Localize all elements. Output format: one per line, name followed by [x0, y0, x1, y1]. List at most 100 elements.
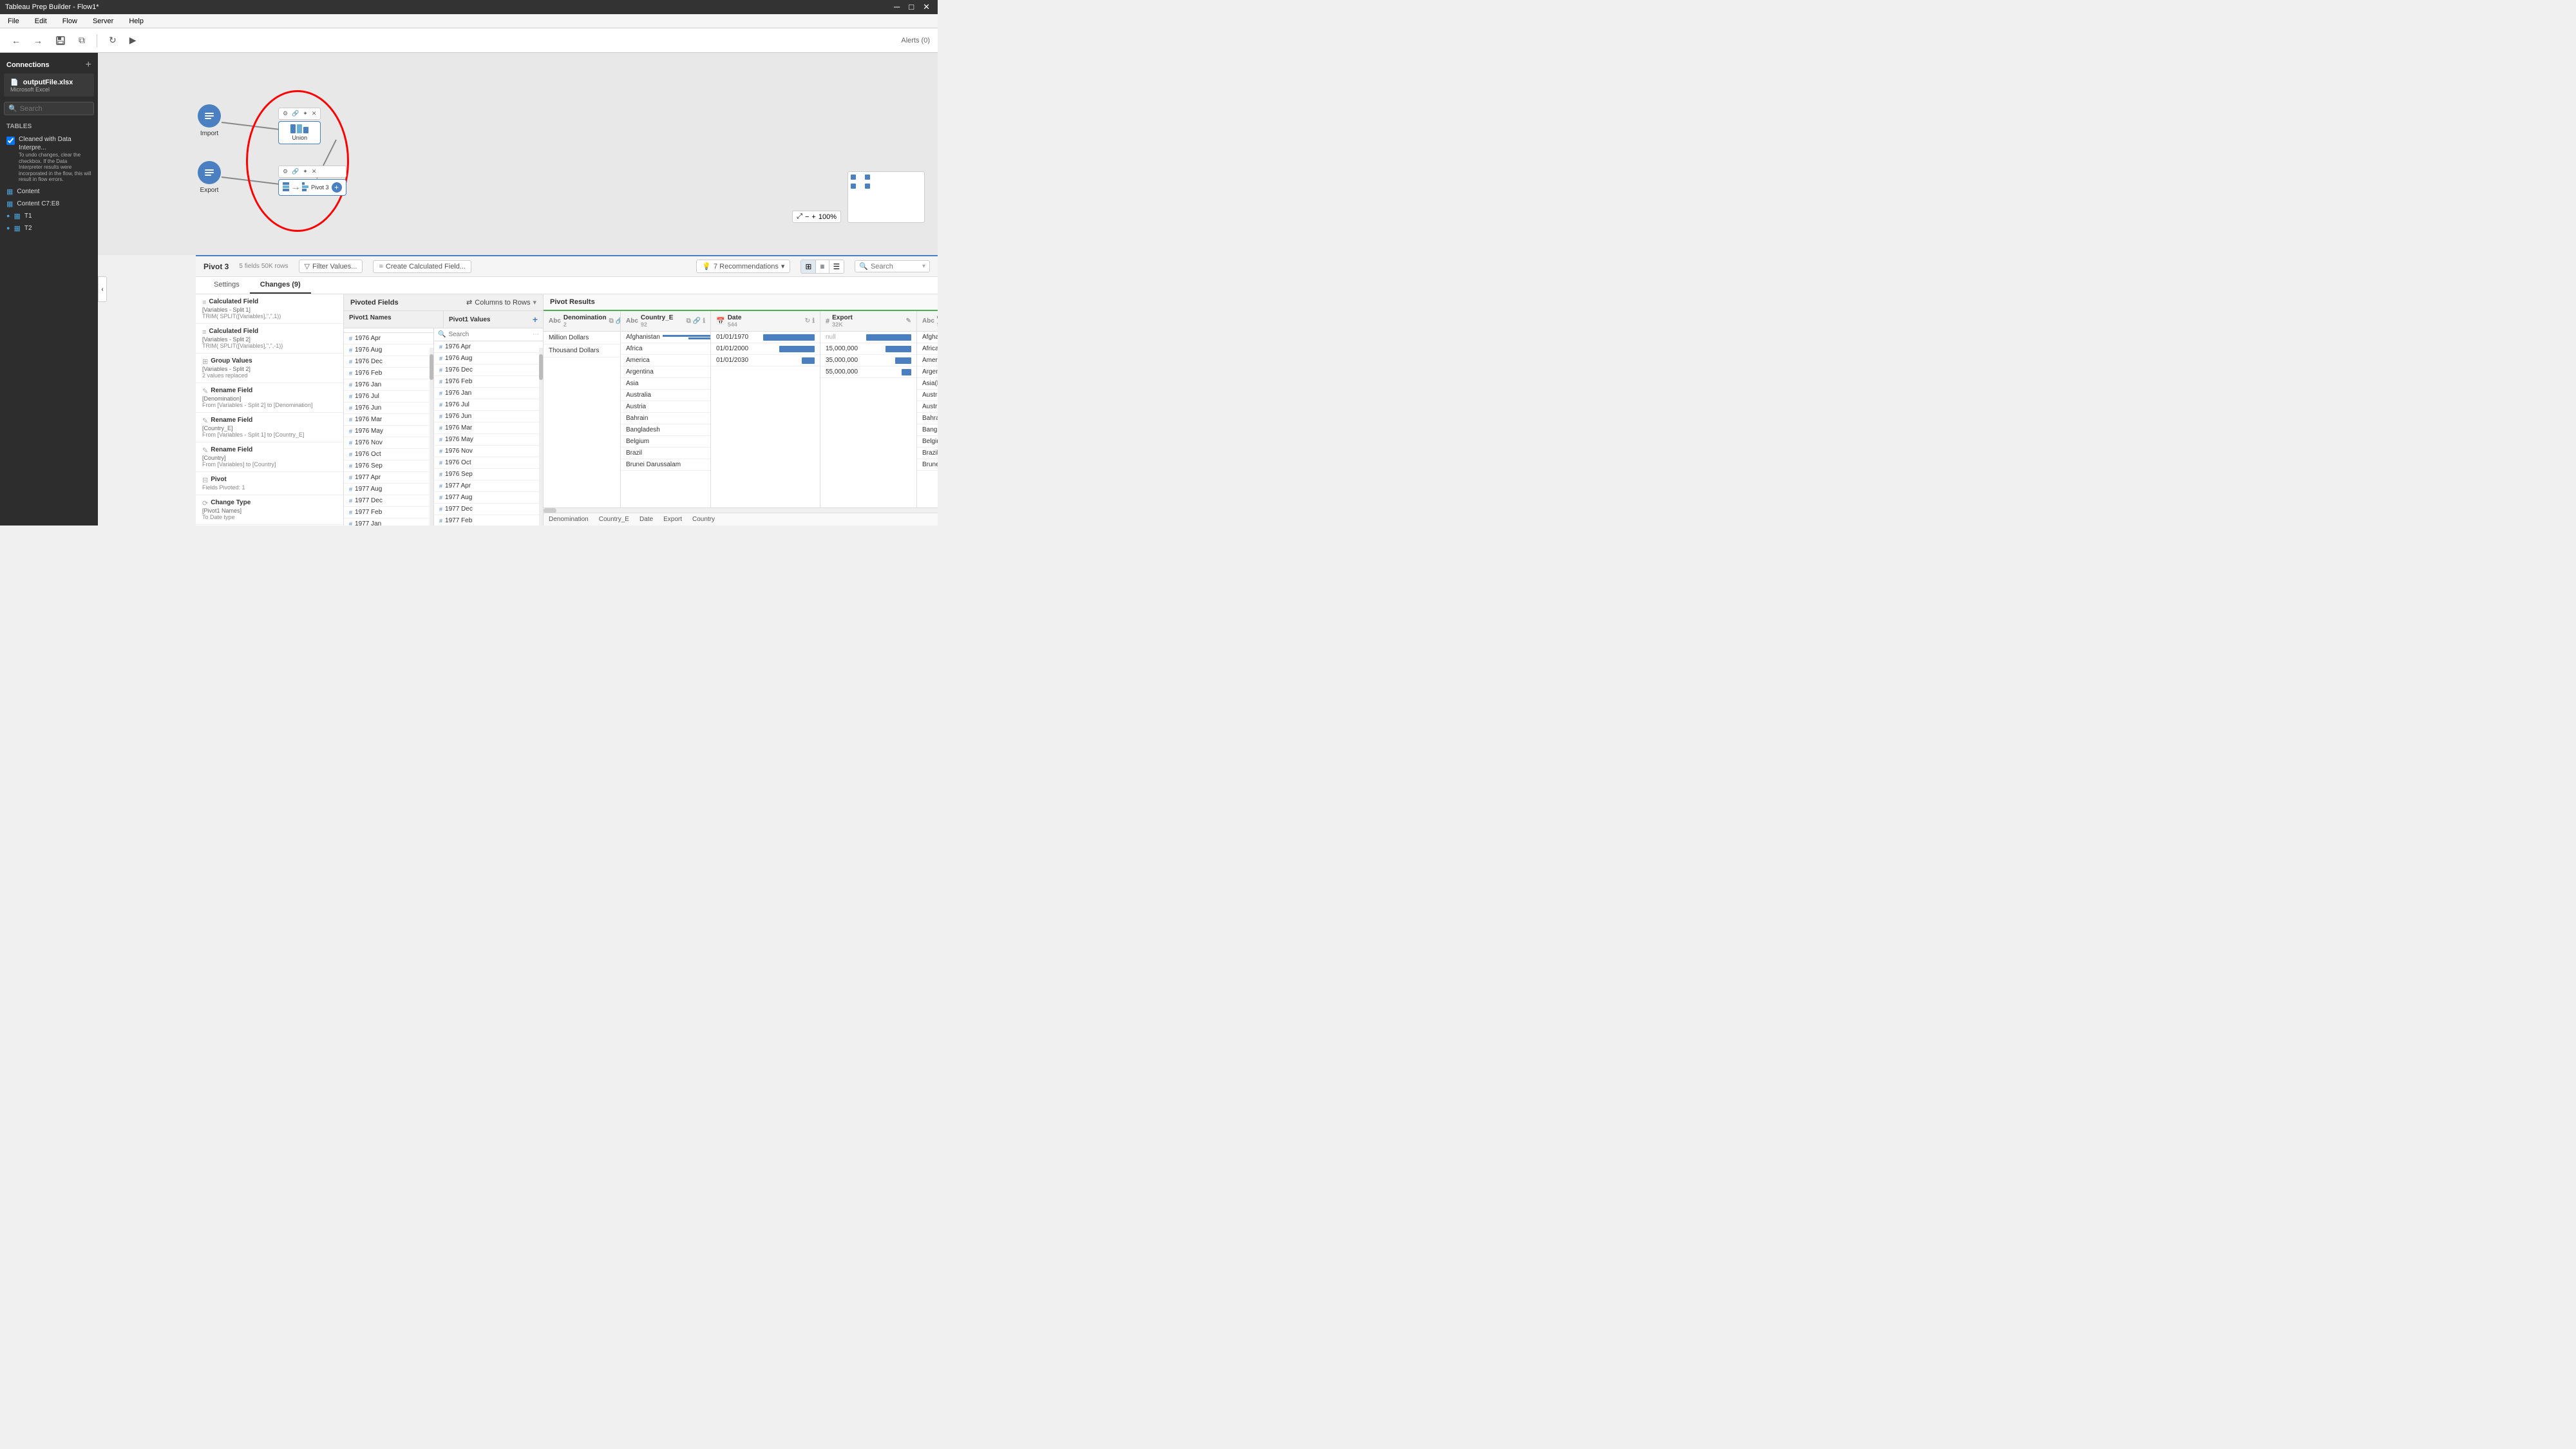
pivot-values-search[interactable]: 🔍 ⋯ [434, 328, 543, 341]
tab-settings[interactable]: Settings [204, 277, 250, 294]
filter-values-btn[interactable]: ▽ Filter Values... [299, 260, 363, 273]
pivot-name-3[interactable]: #1976 Feb [344, 368, 433, 379]
pivot-val-2[interactable]: #1976 Dec [434, 365, 543, 376]
union-tb-btn3[interactable]: ✦ [301, 109, 309, 118]
link-icon[interactable]: 🔗 [616, 317, 621, 325]
union-node[interactable]: Union [278, 121, 321, 144]
duplicate-btn[interactable]: ⧉ [75, 32, 89, 48]
pivot-name-11[interactable]: #1976 Sep [344, 460, 433, 472]
table-item-content-c7[interactable]: ▦ Content C7:E8 [0, 198, 98, 210]
panel-search[interactable]: 🔍 ▾ [855, 260, 930, 272]
pivot-val-1[interactable]: #1976 Aug [434, 353, 543, 365]
menu-flow[interactable]: Flow [60, 16, 80, 26]
date-info-icon[interactable]: ℹ [812, 317, 815, 325]
copy-icon[interactable]: ⧉ [609, 317, 614, 325]
export-edit-icon[interactable]: ✎ [906, 317, 911, 325]
pivot-name-6[interactable]: #1976 Jun [344, 402, 433, 414]
ce-link-icon[interactable]: 🔗 [693, 317, 701, 325]
pivot3-tb-btn2[interactable]: 🔗 [290, 167, 300, 176]
pivot3-tb-btn1[interactable]: ⚙ [281, 167, 289, 176]
canvas-area[interactable]: Import Export ⚙ 🔗 ✦ ✕ [98, 53, 938, 255]
pivot-val-5[interactable]: #1976 Jul [434, 399, 543, 411]
ce-copy-icon[interactable]: ⧉ [687, 317, 691, 325]
pivot-val-15[interactable]: #1977 Feb [434, 515, 543, 526]
union-tb-btn4[interactable]: ✕ [310, 109, 318, 118]
union-tb-btn1[interactable]: ⚙ [281, 109, 289, 118]
panel-search-arrow[interactable]: ▾ [922, 263, 925, 270]
values-scrollbar[interactable] [539, 348, 543, 526]
columns-to-rows-btn[interactable]: ⇄ Columns to Rows ▾ [466, 298, 536, 307]
zoom-plus-btn[interactable]: + [811, 213, 815, 221]
import-node[interactable]: Import [198, 104, 221, 137]
results-scrollbar[interactable] [544, 507, 938, 513]
export-node[interactable]: Export [198, 161, 221, 194]
change-item-6[interactable]: ⊟ Pivot Fields Pivoted: 1 [196, 472, 343, 495]
zoom-minus-btn[interactable]: − [805, 213, 809, 221]
view-btn-grid[interactable]: ⊞ [801, 260, 816, 273]
forward-btn[interactable]: → [30, 33, 46, 48]
pivot3-node[interactable]: → Pivot 3 + [278, 179, 346, 196]
change-item-3[interactable]: ✎ Rename Field [Denomination] From [Vari… [196, 383, 343, 413]
pivot-val-6[interactable]: #1976 Jun [434, 411, 543, 422]
pivot-name-1[interactable]: #1976 Aug [344, 345, 433, 356]
change-item-1[interactable]: ≡ Calculated Field [Variables - Split 2]… [196, 324, 343, 354]
table-item-t1[interactable]: ● ▦ T1 [0, 210, 98, 222]
recommendations-btn[interactable]: 💡 7 Recommendations ▾ [696, 260, 790, 273]
tab-changes[interactable]: Changes (9) [250, 277, 311, 294]
change-item-7[interactable]: ⟳ Change Type [Pivot1 Names] To Date typ… [196, 495, 343, 525]
search-input[interactable] [20, 105, 90, 113]
pivot-name-0[interactable]: #1976 Apr [344, 333, 433, 345]
pivot-name-12[interactable]: #1977 Apr [344, 472, 433, 484]
pivot-val-9[interactable]: #1976 Nov [434, 446, 543, 457]
file-item[interactable]: 📄 outputFile.xlsx Microsoft Excel [4, 73, 94, 97]
menu-file[interactable]: File [5, 16, 22, 26]
pivot-val-3[interactable]: #1976 Feb [434, 376, 543, 388]
view-btn-list[interactable]: ≡ [816, 260, 829, 273]
footer-country-e[interactable]: Country_E [599, 516, 629, 523]
pivot-name-2[interactable]: #1976 Dec [344, 356, 433, 368]
pivot-val-13[interactable]: #1977 Aug [434, 492, 543, 504]
pivot3-tb-btn4[interactable]: ✕ [310, 167, 318, 176]
change-item-5[interactable]: ✎ Rename Field [Country] From [Variables… [196, 442, 343, 472]
footer-country[interactable]: Country [692, 516, 715, 523]
pivot-val-11[interactable]: #1976 Sep [434, 469, 543, 480]
pivot-name-5[interactable]: #1976 Jul [344, 391, 433, 402]
close-btn[interactable]: ✕ [920, 2, 933, 12]
pivot-val-10[interactable]: #1976 Oct [434, 457, 543, 469]
pivot-val-4[interactable]: #1976 Jan [434, 388, 543, 399]
pivot-val-14[interactable]: #1977 Dec [434, 504, 543, 515]
collapse-sidebar-btn[interactable]: ‹ [98, 276, 107, 302]
alerts-btn[interactable]: Alerts (0) [901, 37, 930, 44]
pivot-val-12[interactable]: #1977 Apr [434, 480, 543, 492]
add-connection-btn[interactable]: + [86, 59, 91, 71]
pivot-name-7[interactable]: #1976 Mar [344, 414, 433, 426]
menu-help[interactable]: Help [126, 16, 146, 26]
date-refresh-icon[interactable]: ↻ [805, 317, 810, 325]
save-btn[interactable] [52, 33, 70, 48]
footer-denomination[interactable]: Denomination [549, 516, 589, 523]
pivot3-tb-btn3[interactable]: ✦ [301, 167, 309, 176]
expand-icon[interactable]: ⤢ [797, 213, 802, 221]
pivot-name-14[interactable]: #1977 Dec [344, 495, 433, 507]
table-item-t2[interactable]: ● ▦ T2 [0, 222, 98, 234]
pivot-name-13[interactable]: #1977 Aug [344, 484, 433, 495]
maximize-btn[interactable]: □ [906, 2, 916, 12]
pivot-name-15[interactable]: #1977 Feb [344, 507, 433, 518]
union-tb-btn2[interactable]: 🔗 [290, 109, 300, 118]
pivot-val-7[interactable]: #1976 Mar [434, 422, 543, 434]
footer-date[interactable]: Date [639, 516, 653, 523]
refresh-btn[interactable]: ↻ [105, 32, 120, 48]
pivot-name-10[interactable]: #1976 Oct [344, 449, 433, 460]
run-btn[interactable]: ▶ [126, 32, 140, 48]
names-scrollbar[interactable] [430, 348, 433, 526]
pivot-name-4[interactable]: #1976 Jan [344, 379, 433, 391]
pivot-val-8[interactable]: #1976 May [434, 434, 543, 446]
cleaned-checkbox[interactable] [6, 137, 15, 145]
pivot-name-8[interactable]: #1976 May [344, 426, 433, 437]
change-item-2[interactable]: ⊞ Group Values [Variables - Split 2] 2 v… [196, 354, 343, 383]
table-item-cleaned[interactable]: Cleaned with Data Interpre... To undo ch… [0, 133, 98, 185]
back-btn[interactable]: ← [8, 33, 24, 48]
pivot-name-9[interactable]: #1976 Nov [344, 437, 433, 449]
pivot-val-0[interactable]: #1976 Apr [434, 341, 543, 353]
pivot-values-search-input[interactable] [448, 331, 533, 338]
